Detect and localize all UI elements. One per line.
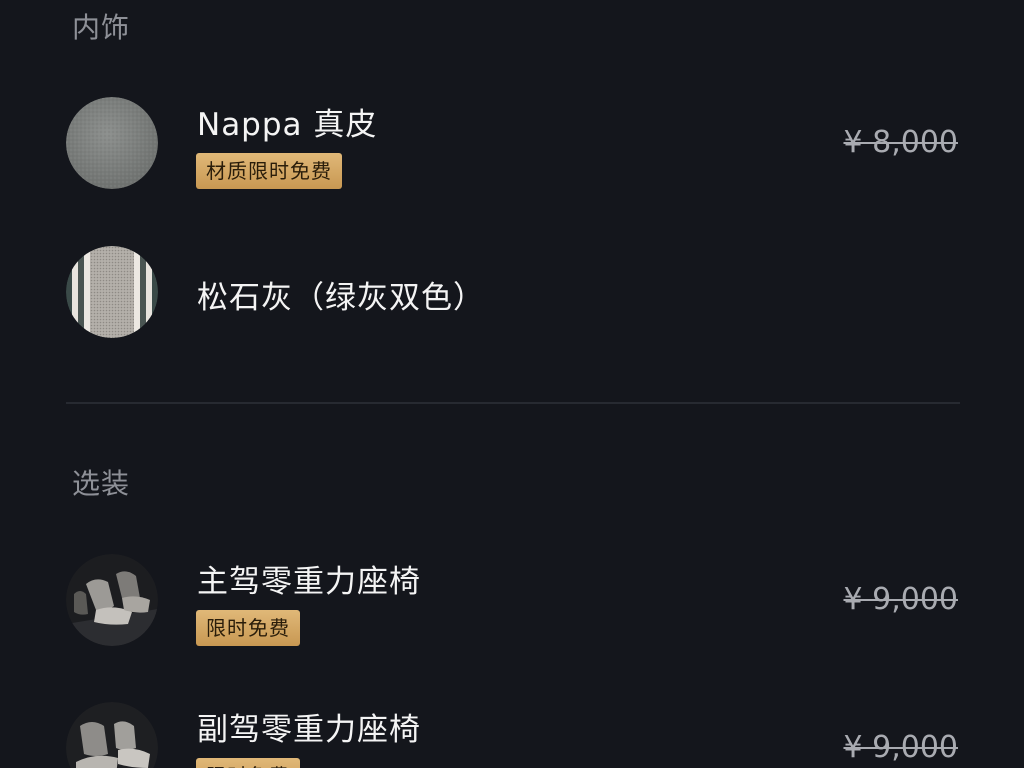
promo-badge: 材质限时免费 <box>196 153 342 189</box>
original-price: ¥ 8,000 <box>843 125 958 160</box>
interior-section-title: 内饰 <box>72 11 131 44</box>
promo-badge: 限时免费 <box>196 610 300 646</box>
original-price: ¥ 9,000 <box>843 582 958 617</box>
section-divider <box>66 402 960 404</box>
configurator-page: 内饰 Nappa 真皮 材质限时免费 ¥ 8,000 松石灰（绿灰双色） 选装 … <box>0 0 1024 768</box>
option-name: 主驾零重力座椅 <box>197 564 421 600</box>
option-name: 副驾零重力座椅 <box>197 712 421 748</box>
option-name: 松石灰（绿灰双色） <box>197 280 485 316</box>
promo-badge: 限时免费 <box>196 758 300 768</box>
driver-seat-photo-icon <box>66 554 158 646</box>
interior-option-nappa-leather[interactable]: Nappa 真皮 材质限时免费 ¥ 8,000 <box>66 97 960 189</box>
striped-fabric-swatch-icon <box>66 246 158 338</box>
passenger-seat-photo-icon <box>66 702 158 768</box>
leather-swatch-icon <box>66 97 158 189</box>
option-name: Nappa 真皮 <box>197 107 378 143</box>
option-driver-zero-gravity-seat[interactable]: 主驾零重力座椅 限时免费 ¥ 9,000 <box>66 554 960 646</box>
options-section-title: 选装 <box>72 467 131 500</box>
option-passenger-zero-gravity-seat[interactable]: 副驾零重力座椅 限时免费 ¥ 9,000 <box>66 702 960 768</box>
original-price: ¥ 9,000 <box>843 730 958 765</box>
interior-option-turquoise-gray[interactable]: 松石灰（绿灰双色） <box>66 246 960 338</box>
